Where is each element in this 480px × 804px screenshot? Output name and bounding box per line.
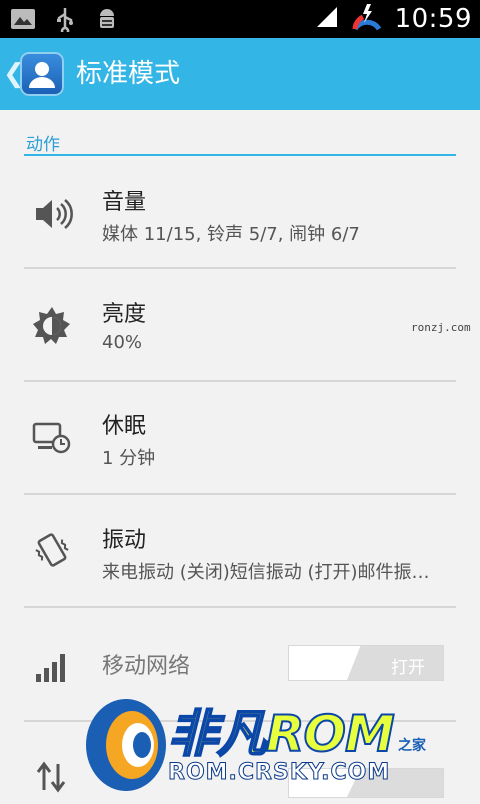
profile-app-icon[interactable] (20, 52, 64, 96)
item-title: 亮度 (102, 302, 147, 327)
item-title: 休眠 (102, 414, 147, 439)
divider (24, 493, 456, 495)
image-notification-icon (10, 6, 36, 32)
swirl-logo-icon (86, 699, 166, 791)
action-bar: ❮ 标准模式 (0, 38, 480, 110)
data-transfer-icon (30, 754, 74, 798)
signal-bars-icon (30, 642, 74, 686)
item-title: 音量 (102, 190, 147, 215)
brightness-icon (30, 304, 74, 348)
mobile-network-toggle[interactable]: 打开 (288, 645, 444, 681)
page-title: 标准模式 (76, 59, 181, 89)
item-title: 振动 (102, 528, 147, 553)
vibrate-icon (30, 528, 74, 572)
item-subtitle: 1 分钟 (102, 448, 156, 469)
logo-main-text: 非凡ROM (167, 704, 396, 764)
list-item-vibrate[interactable]: 振动 来电振动 (关闭)短信振动 (打开)邮件振… (0, 496, 480, 606)
divider (24, 267, 456, 269)
list-item-sleep[interactable]: 休眠 1 分钟 (0, 382, 480, 492)
toggle-label: 打开 (391, 658, 425, 678)
section-header-actions: 动作 (26, 135, 60, 155)
list-item-brightness[interactable]: 亮度 40% (0, 270, 480, 380)
list-item-volume[interactable]: 音量 媒体 11/15, 铃声 5/7, 闹钟 6/7 (0, 158, 480, 268)
item-subtitle: 媒体 11/15, 铃声 5/7, 闹钟 6/7 (102, 224, 360, 245)
sleep-timer-icon (30, 416, 74, 460)
logo-url-text: ROM.CRSKY.COM (167, 760, 391, 786)
site-watermark-logo: 非凡ROM 之家 ROM.CRSKY.COM (80, 690, 452, 800)
item-subtitle: 40% (102, 332, 143, 353)
item-title: 移动网络 (102, 654, 191, 679)
logo-tag-text: 之家 (398, 738, 426, 754)
speaker-icon (30, 192, 74, 236)
status-bar: 10:59 (0, 0, 480, 38)
android-debug-icon (94, 6, 120, 32)
item-subtitle: 来电振动 (关闭)短信振动 (打开)邮件振… (102, 562, 430, 583)
usb-icon (52, 6, 78, 32)
section-divider (24, 154, 456, 156)
clock: 10:59 (394, 4, 472, 34)
signal-strength-icon (315, 5, 339, 33)
battery-charging-icon (351, 1, 383, 37)
